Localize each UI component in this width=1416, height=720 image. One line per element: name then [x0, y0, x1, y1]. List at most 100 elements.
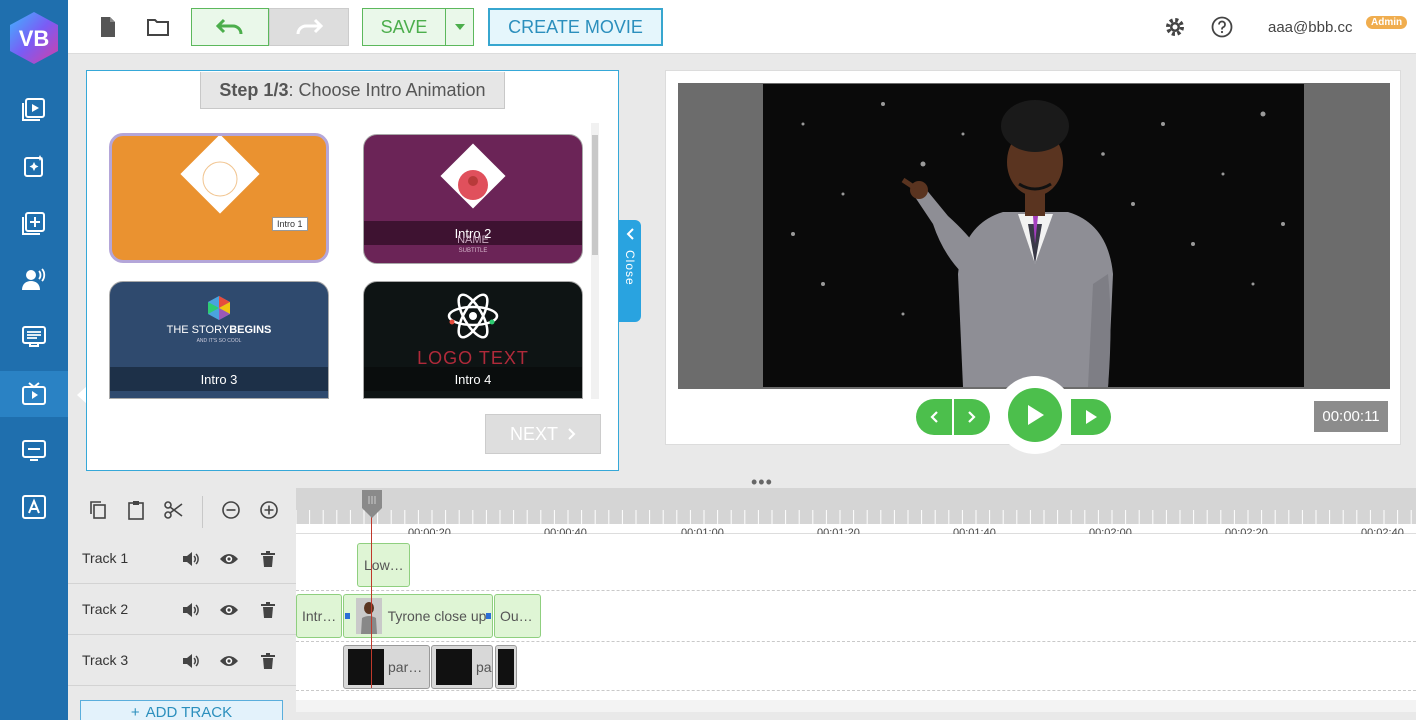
video-canvas[interactable]	[763, 84, 1304, 387]
track-mute-button[interactable]	[180, 650, 202, 672]
thumbs-scrollbar[interactable]	[591, 123, 599, 399]
undo-icon	[216, 18, 243, 35]
clip-label: Tyrone close up	[387, 608, 487, 624]
redo-icon	[296, 18, 323, 35]
copy-button[interactable]	[86, 498, 110, 522]
timeline-lanes[interactable]: Low… Intr… Tyrone close up Ou… par… pa	[296, 534, 1416, 704]
volume-icon	[183, 603, 199, 617]
clip-handle-left[interactable]	[345, 613, 350, 619]
create-movie-button[interactable]: CREATE MOVIE	[488, 8, 663, 46]
intro-3-headline: THE STORYBEGINS	[110, 324, 328, 336]
sidebar-item-text[interactable]	[0, 313, 68, 359]
intro-thumb-3[interactable]: THE STORYBEGINS AND IT'S SO COOL Intro 3	[109, 281, 329, 399]
add-track-button[interactable]: + ADD TRACK	[80, 700, 283, 720]
play-from-start-button[interactable]	[1071, 399, 1111, 435]
intro-thumb-4[interactable]: LOGO TEXT Intro 4	[363, 281, 583, 399]
track-delete-button[interactable]	[257, 548, 279, 570]
next-frame-button[interactable]	[954, 399, 990, 435]
timeline-tools	[68, 488, 296, 534]
intro-animation-panel: Step 1/3: Choose Intro Animation Intro 2…	[86, 70, 619, 471]
caret-down-icon	[454, 24, 465, 30]
track-mute-button[interactable]	[180, 548, 202, 570]
sidebar-item-effects[interactable]	[0, 143, 68, 189]
close-label: Close	[623, 250, 637, 286]
clip-tyrone[interactable]: Tyrone close up	[343, 594, 493, 638]
sidebar-item-subtitles[interactable]	[0, 427, 68, 473]
avatar-thumb-icon	[360, 602, 377, 634]
trash-icon	[261, 551, 275, 567]
clip-thumbnail	[436, 649, 472, 685]
track-header-3: Track 3	[68, 636, 296, 686]
clip-particles-3[interactable]	[495, 645, 517, 689]
chevron-right-icon	[568, 428, 576, 440]
intro-thumb-2[interactable]: Intro 2 NAME SUBTITLE	[363, 134, 583, 264]
zoom-in-button[interactable]	[257, 498, 281, 522]
clip-handle-right[interactable]	[486, 613, 491, 619]
play-button[interactable]	[1008, 388, 1062, 442]
step-header: Step 1/3: Choose Intro Animation	[200, 72, 505, 109]
open-folder-button[interactable]	[145, 14, 171, 40]
tv-play-icon	[22, 382, 46, 405]
new-file-button[interactable]	[95, 14, 121, 40]
sidebar-item-voice[interactable]	[0, 256, 68, 302]
undo-button[interactable]	[191, 8, 269, 46]
track-name: Track 3	[82, 652, 129, 668]
help-button[interactable]	[1209, 14, 1235, 40]
clip-particles-1[interactable]: par…	[343, 645, 430, 689]
track-mute-button[interactable]	[180, 599, 202, 621]
intro-3-tagline: AND IT'S SO COOL	[196, 338, 242, 344]
timeline-hscroll[interactable]	[296, 700, 1416, 712]
video-editor-app: VB SAVE CREATE MOVIE aaa@bbb.cc Admin St…	[0, 0, 1416, 720]
scrollbar-thumb[interactable]	[592, 135, 598, 255]
clip-thumbnail	[348, 649, 384, 685]
track-header-1: Track 1	[68, 534, 296, 584]
play-icon	[1028, 405, 1044, 425]
current-time: 00:00:11	[1314, 401, 1388, 432]
copy-icon	[90, 501, 106, 519]
cut-button[interactable]	[162, 498, 186, 522]
video-library-icon	[22, 98, 45, 121]
timeline-ruler[interactable]: 00:00:20 00:00:40 00:01:00 00:01:20 00:0…	[295, 488, 1416, 539]
user-email[interactable]: aaa@bbb.cc	[1268, 19, 1352, 36]
track-visibility-button[interactable]	[218, 548, 240, 570]
clip-thumbnail	[498, 649, 514, 685]
volume-icon	[183, 654, 199, 668]
ruler-band	[295, 488, 1416, 524]
next-button[interactable]: NEXT	[485, 414, 601, 454]
tools-divider	[202, 496, 203, 528]
previous-frame-button[interactable]	[916, 399, 952, 435]
lane-divider	[296, 690, 1416, 691]
step-number: Step 1/3	[219, 79, 289, 100]
track-delete-button[interactable]	[257, 599, 279, 621]
clip-outro[interactable]: Ou…	[494, 594, 541, 638]
clip-lower-third[interactable]: Low…	[357, 543, 410, 587]
paste-button[interactable]	[124, 498, 148, 522]
sidebar-item-add-media[interactable]	[0, 200, 68, 246]
playhead-handle[interactable]	[361, 490, 383, 518]
chevron-left-icon	[626, 228, 634, 240]
intro-thumb-1[interactable]	[109, 133, 329, 263]
sidebar-item-fonts[interactable]	[0, 484, 68, 530]
intro-3-headline-a: THE STORY	[166, 324, 230, 336]
track-visibility-button[interactable]	[218, 650, 240, 672]
clip-intro[interactable]: Intr…	[296, 594, 342, 638]
app-logo[interactable]: VB	[8, 10, 60, 66]
clip-particles-2[interactable]: pa	[431, 645, 493, 689]
save-options-button[interactable]	[446, 8, 474, 46]
speaker-person-icon	[22, 268, 46, 290]
settings-button[interactable]	[1162, 14, 1188, 40]
save-button[interactable]: SAVE	[362, 8, 446, 46]
redo-button[interactable]	[269, 8, 349, 46]
text-list-icon	[22, 326, 46, 347]
sidebar-item-videos[interactable]	[0, 86, 68, 132]
plus-icon: +	[130, 703, 140, 720]
sidebar-item-intro[interactable]	[0, 371, 68, 417]
ruler-ticks	[295, 510, 1412, 524]
intro-3-headline-b: BEGINS	[229, 324, 272, 336]
close-panel-tab[interactable]: Close	[619, 220, 641, 322]
zoom-out-button[interactable]	[219, 498, 243, 522]
track-delete-button[interactable]	[257, 650, 279, 672]
intro-2-subtitle: SUBTITLE	[458, 248, 488, 254]
track-visibility-button[interactable]	[218, 599, 240, 621]
volume-icon	[183, 552, 199, 566]
